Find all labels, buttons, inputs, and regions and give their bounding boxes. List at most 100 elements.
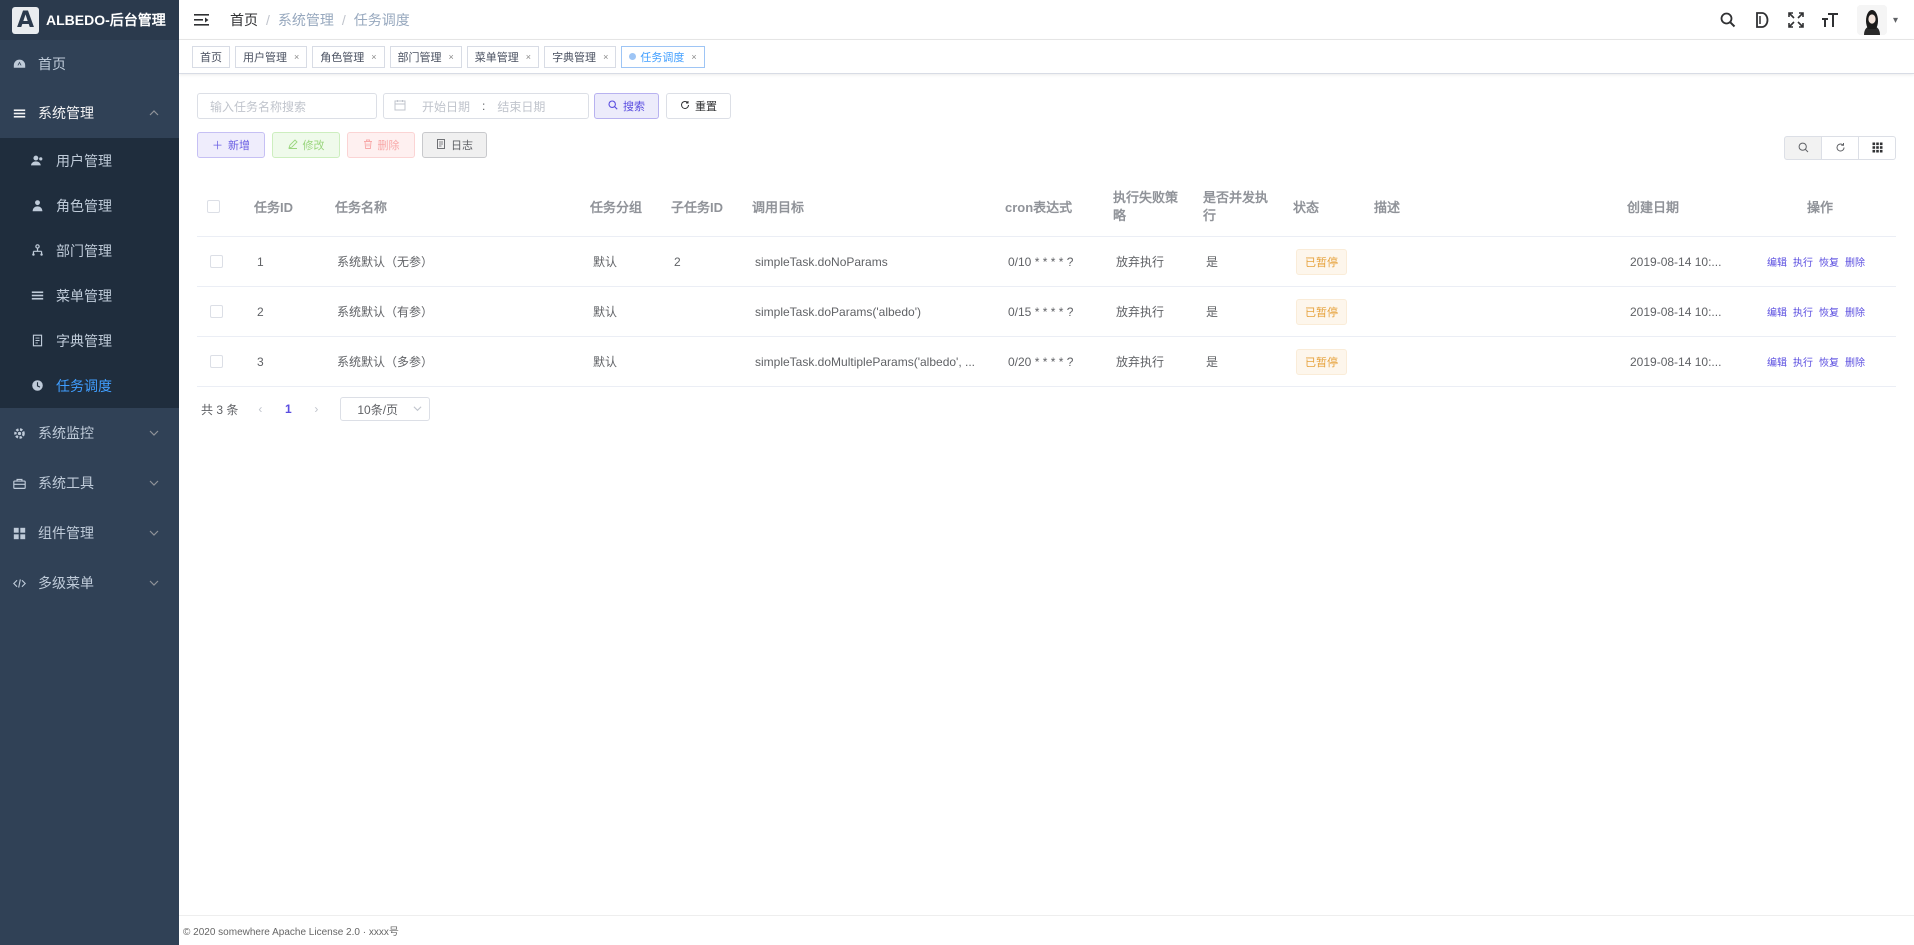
sidebar-item-depts[interactable]: 部门管理 <box>0 228 179 273</box>
resume-link[interactable]: 恢复 <box>1819 254 1839 269</box>
tag-jobs[interactable]: 任务调度 × <box>621 45 705 68</box>
header-sub-id: 子任务ID <box>671 200 724 215</box>
close-icon[interactable]: × <box>691 52 696 62</box>
table-row[interactable]: 3 系统默认（多参） 默认 simpleTask.doMultipleParam… <box>197 337 1896 387</box>
avatar[interactable] <box>1856 5 1887 35</box>
edit-link[interactable]: 编辑 <box>1767 254 1787 269</box>
table-row[interactable]: 1 系统默认（无参） 默认 2 simpleTask.doNoParams 0/… <box>197 237 1896 287</box>
header-concurrent: 是否并发执行 <box>1203 189 1269 223</box>
edit-link[interactable]: 编辑 <box>1767 354 1787 369</box>
close-icon[interactable]: × <box>526 52 531 62</box>
tag-roles[interactable]: 角色管理 × <box>312 45 385 68</box>
row-checkbox[interactable] <box>210 237 223 286</box>
sidebar-item-tools[interactable]: 系统工具 <box>0 458 179 508</box>
sidebar: A ALBEDO-后台管理 首页 系统管理 用户管理 角色管理 部门管理 菜单管… <box>0 0 179 945</box>
cell-misfire: 放弃执行 <box>1116 255 1165 269</box>
cell-concurrent: 是 <box>1206 255 1219 269</box>
end-date-placeholder[interactable]: 结束日期 <box>497 98 545 115</box>
select-all-checkbox[interactable] <box>207 177 220 236</box>
cell-created: 2019-08-14 10:... <box>1630 354 1722 369</box>
page-number[interactable]: 1 <box>274 402 302 416</box>
job-name-search-input[interactable]: 输入任务名称搜索 <box>197 93 377 119</box>
system-submenu: 用户管理 角色管理 部门管理 菜单管理 字典管理 任务调度 <box>0 138 179 408</box>
toolbox-icon <box>12 476 26 490</box>
chevron-left-icon[interactable]: ‹ <box>246 402 274 416</box>
resume-link[interactable]: 恢复 <box>1819 304 1839 319</box>
cell-id: 2 <box>257 304 264 319</box>
cell-group: 默认 <box>593 305 618 319</box>
tags-view: 首页 用户管理 × 角色管理 × 部门管理 × 菜单管理 × 字典管理 × 任务… <box>179 40 1914 74</box>
run-link[interactable]: 执行 <box>1793 254 1813 269</box>
start-date-placeholder[interactable]: 开始日期 <box>422 98 470 115</box>
sidebar-item-label: 组件管理 <box>38 525 94 541</box>
search-bar: 输入任务名称搜索 开始日期 : 结束日期 搜索 重置 <box>197 93 731 119</box>
breadcrumb-home[interactable]: 首页 <box>230 10 258 30</box>
run-link[interactable]: 执行 <box>1793 304 1813 319</box>
users-icon <box>30 154 44 168</box>
row-checkbox[interactable] <box>210 337 223 386</box>
search-icon[interactable] <box>1711 0 1745 40</box>
tag-home[interactable]: 首页 <box>192 45 230 68</box>
run-link[interactable]: 执行 <box>1793 354 1813 369</box>
row-checkbox[interactable] <box>210 287 223 336</box>
tag-depts[interactable]: 部门管理 × <box>389 45 462 68</box>
caret-down-icon[interactable]: ▾ <box>1893 15 1898 26</box>
toggle-search-button[interactable] <box>1784 136 1822 160</box>
columns-button[interactable] <box>1858 136 1896 160</box>
sidebar-item-system[interactable]: 系统管理 <box>0 88 179 138</box>
sidebar-item-roles[interactable]: 角色管理 <box>0 183 179 228</box>
sidebar-item-multimenu[interactable]: 多级菜单 <box>0 558 179 608</box>
breadcrumb: 首页 / 系统管理 / 任务调度 <box>230 10 410 30</box>
search-button[interactable]: 搜索 <box>594 93 659 119</box>
delete-link[interactable]: 删除 <box>1845 354 1865 369</box>
cell-name: 系统默认（多参） <box>337 355 434 369</box>
fullscreen-icon[interactable] <box>1779 0 1813 40</box>
close-icon[interactable]: × <box>294 52 299 62</box>
sidebar-item-menus[interactable]: 菜单管理 <box>0 273 179 318</box>
cell-ops: 编辑 执行 恢复 删除 <box>1767 337 1871 386</box>
sidebar-item-dict[interactable]: 字典管理 <box>0 318 179 363</box>
delete-button[interactable]: 删除 <box>347 132 415 158</box>
cell-created: 2019-08-14 10:... <box>1630 304 1722 319</box>
grid-icon <box>1872 141 1883 156</box>
delete-link[interactable]: 删除 <box>1845 304 1865 319</box>
cell-misfire: 放弃执行 <box>1116 305 1165 319</box>
log-button[interactable]: 日志 <box>422 132 487 158</box>
tag-menus[interactable]: 菜单管理 × <box>466 45 540 68</box>
delete-link[interactable]: 删除 <box>1845 254 1865 269</box>
tag-dict[interactable]: 字典管理 × <box>544 45 617 68</box>
sidebar-item-jobs[interactable]: 任务调度 <box>0 363 179 408</box>
resume-link[interactable]: 恢复 <box>1819 354 1839 369</box>
sidebar-item-monitor[interactable]: 系统监控 <box>0 408 179 458</box>
table-row[interactable]: 2 系统默认（有参） 默认 simpleTask.doParams('albed… <box>197 287 1896 337</box>
page-size-select[interactable]: 10条/页 <box>340 397 431 421</box>
jobs-table: 任务ID 任务名称 任务分组 子任务ID 调用目标 cron表达式 执行失败策略… <box>197 177 1896 387</box>
chevron-down-icon <box>149 475 159 491</box>
document-icon <box>436 138 446 152</box>
tag-users[interactable]: 用户管理 × <box>235 45 308 68</box>
navbar-actions: ▾ <box>1711 0 1898 40</box>
cell-status: 已暂停 <box>1296 237 1347 286</box>
close-icon[interactable]: × <box>603 52 608 62</box>
font-size-icon[interactable] <box>1813 0 1847 40</box>
sidebar-item-home[interactable]: 首页 <box>0 40 179 88</box>
cell-concurrent: 是 <box>1206 355 1219 369</box>
add-button[interactable]: ＋ 新增 <box>197 132 265 158</box>
logo[interactable]: A ALBEDO-后台管理 <box>0 0 179 40</box>
tag-label: 字典管理 <box>552 51 597 64</box>
delete-button-label: 删除 <box>377 140 400 152</box>
tag-label: 角色管理 <box>320 51 365 64</box>
close-icon[interactable]: × <box>449 52 454 62</box>
sidebar-item-components[interactable]: 组件管理 <box>0 508 179 558</box>
date-range-picker[interactable]: 开始日期 : 结束日期 <box>383 93 589 119</box>
refresh-button[interactable] <box>1821 136 1859 160</box>
hamburger-icon[interactable] <box>194 13 210 27</box>
docs-icon[interactable] <box>1745 0 1779 40</box>
edit-link[interactable]: 编辑 <box>1767 304 1787 319</box>
edit-button[interactable]: 修改 <box>272 132 340 158</box>
close-icon[interactable]: × <box>371 52 376 62</box>
reset-button[interactable]: 重置 <box>666 93 731 119</box>
page-size-value: 10条/页 <box>357 402 399 417</box>
chevron-right-icon[interactable]: › <box>302 402 330 416</box>
sidebar-item-users[interactable]: 用户管理 <box>0 138 179 183</box>
